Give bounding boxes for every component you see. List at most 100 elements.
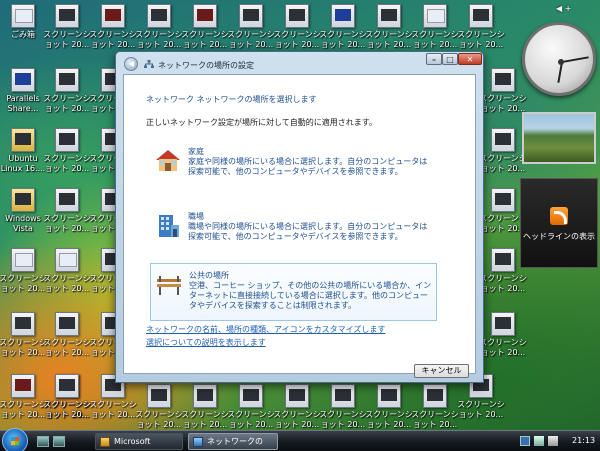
sidebar-nav[interactable]: ◀ + [556,4,596,16]
desktop-screenshot-icon[interactable]: スクリーンシ ョット 20... [227,2,275,58]
explain-choice-link[interactable]: 選択についての説明を表示します [146,337,266,348]
desktop-screenshot-icon[interactable]: スクリーンシ ョット 20... [43,66,91,122]
desktop-screenshot-icon[interactable]: スクリーンシ ョット 20... [479,310,527,366]
desktop-screenshot-icon[interactable]: スクリーンシ ョット 20... [273,2,321,58]
customize-network-link[interactable]: ネットワークの名前、場所の種類、アイコンをカスタマイズします [146,324,385,335]
screenshot-label: スクリーンシ ョット 20... [273,410,321,429]
desktop-screenshot-icon[interactable]: スクリーンシ ョット 20... [43,246,91,302]
screenshot-thumb [55,188,79,212]
option-work-desc: 職場や同様の場所にいる場合に選択します。自分のコンピュータは探索可能で、他のコン… [188,222,428,241]
screenshot-label: スクリーンシ ョット 20... [479,338,527,357]
screenshot-thumb [55,248,79,272]
desktop-screenshot-icon[interactable]: スクリーンシ ョット 20... [43,2,91,58]
screenshot-label: スクリーンシ ョット 20... [227,410,275,429]
recycle-bin-label: ごみ箱 [11,30,35,39]
screenshot-label: スクリーンシ ョット 20... [411,410,459,429]
screenshot-thumb [423,384,447,408]
screenshot-thumb [331,4,355,28]
recycle-bin-icon[interactable]: ごみ箱 [0,2,46,58]
desktop-screenshot-icon[interactable]: スクリーンシ ョット 20... [0,372,47,428]
minimize-button[interactable]: – [426,53,442,65]
taskbar-button-label: ネットワークの場... [207,437,263,446]
screenshot-thumb [377,384,401,408]
option-home-desc: 家庭や同様の場所にいる場合に選択します。自分のコンピュータは探索可能で、他のコン… [188,157,428,176]
network-tray-icon[interactable] [534,436,544,446]
taskbar-button-explorer[interactable]: Microsoft Windows [95,433,183,450]
desktop-screenshot-icon[interactable]: スクリーンシ ョット 20... [479,126,527,182]
clock-gadget[interactable] [522,22,596,96]
desktop-screenshot-icon[interactable]: スクリーンシ ョット 20... [43,186,91,242]
screenshot-thumb [11,374,35,398]
minimize-icon: – [432,55,436,64]
taskbar-clock[interactable]: 21:13 [572,436,595,445]
screenshot-label: スクリーンシ ョット 20... [457,400,505,419]
screenshot-thumb [101,4,125,28]
taskbar-button-network[interactable]: ネットワークの場... [188,433,278,450]
screenshot-label: スクリーンシ ョット 20... [479,94,527,113]
option-public[interactable]: 公共の場所 空港、コーヒー ショップ、その他の公共の場所にいる場合か、インターネ… [150,263,437,321]
desktop-screenshot-icon[interactable]: スクリーンシ ョット 20... [457,2,505,58]
screenshot-label: スクリーンシ ョット 20... [365,30,413,49]
desktop-screenshot-icon[interactable]: スクリーンシ ョット 20... [181,2,229,58]
desktop-screenshot-icon[interactable]: スクリーンシ ョット 20... [479,66,527,122]
start-orb-icon[interactable] [2,428,28,451]
notification-area: 21:13 [520,434,598,449]
ubuntu-folder-icon[interactable]: Ubuntu Linux 16.... [0,126,46,182]
slideshow-gadget[interactable] [522,112,596,164]
screenshot-thumb [193,384,217,408]
screenshot-thumb [239,4,263,28]
screenshot-label: スクリーンシ ョット 20... [365,410,413,429]
volume-icon[interactable] [548,436,558,446]
switch-windows-icon[interactable] [53,436,65,447]
option-work[interactable]: 職場 職場や同様の場所にいる場合に選択します。自分のコンピュータは探索可能で、他… [150,205,437,253]
dialog-titlebar[interactable]: ネットワークの場所の設定 – □ ✕ [116,52,483,74]
screenshot-label: スクリーンシ ョット 20... [181,410,229,429]
screenshot-thumb [11,248,35,272]
park-bench-icon [157,276,181,295]
feed-label[interactable]: ヘッドラインの表示 [521,231,597,242]
maximize-button[interactable]: □ [442,53,458,65]
desktop-screenshot-icon[interactable]: スクリーンシ ョット 20... [135,2,183,58]
page-heading: ネットワーク ネットワークの場所を選択します [146,95,317,104]
close-button[interactable]: ✕ [458,53,482,65]
screenshot-label: スクリーンシ ョット 20... [43,400,91,419]
desktop-screenshot-icon[interactable]: スクリーンシ ョット 20... [365,2,413,58]
screenshot-thumb [55,68,79,92]
feed-headlines-gadget[interactable]: ヘッドラインの表示 [520,178,598,268]
screenshot-label: スクリーンシ ョット 20... [411,30,459,49]
screenshot-thumb [55,374,79,398]
screenshot-thumb [423,4,447,28]
desktop-screenshot-icon[interactable]: スクリーンシ ョット 20... [89,2,137,58]
screenshot-thumb [55,312,79,336]
cancel-button[interactable]: キャンセル [414,364,469,378]
option-home[interactable]: 家庭 家庭や同様の場所にいる場合に選択します。自分のコンピュータは探索可能で、他… [150,140,437,188]
screenshot-label: スクリーンシ ョット 20... [43,338,91,357]
desktop-screenshot-icon[interactable]: スクリーンシ ョット 20... [411,2,459,58]
screenshot-label: スクリーンシ ョット 20... [0,338,47,357]
desktop-screenshot-icon[interactable]: スクリーンシ ョット 20... [43,126,91,182]
back-arrow-icon[interactable] [124,57,138,71]
screenshot-label: スクリーンシ ョット 20... [43,30,91,49]
vista-label: Windows Vista [5,214,41,233]
screenshot-label: スクリーンシ ョット 20... [319,30,367,49]
folder-icon [100,437,110,447]
dialog-body: ネットワーク ネットワークの場所を選択します 正しいネットワーク設定が場所に対し… [123,74,476,378]
recycle-bin-image [11,4,35,28]
home-icon [156,150,180,171]
vista-folder-icon[interactable]: Windows Vista [0,186,46,242]
screenshot-label: スクリーンシ ョット 20... [43,94,91,113]
desktop-screenshot-icon[interactable]: スクリーンシ ョット 20... [0,310,47,366]
rss-icon [550,207,568,225]
desktop-screenshot-icon[interactable]: スクリーンシ ョット 20... [43,310,91,366]
taskbar: Microsoft Windows ネットワークの場... 21:13 [0,428,600,451]
screenshot-label: スクリーンシ ョット 20... [479,154,527,173]
parallels-share-icon[interactable]: Parallels Share... [0,66,46,122]
desktop-screenshot-icon[interactable]: スクリーンシ ョット 20... [0,246,47,302]
network-icon [144,60,154,68]
screenshot-label: スクリーンシ ョット 20... [43,274,91,293]
desktop-screenshot-icon[interactable]: スクリーンシ ョット 20... [43,372,91,428]
desktop-screenshot-icon[interactable]: スクリーンシ ョット 20... [319,2,367,58]
clock-center [558,59,564,65]
show-desktop-icon[interactable] [37,436,49,447]
language-icon[interactable] [520,436,530,446]
